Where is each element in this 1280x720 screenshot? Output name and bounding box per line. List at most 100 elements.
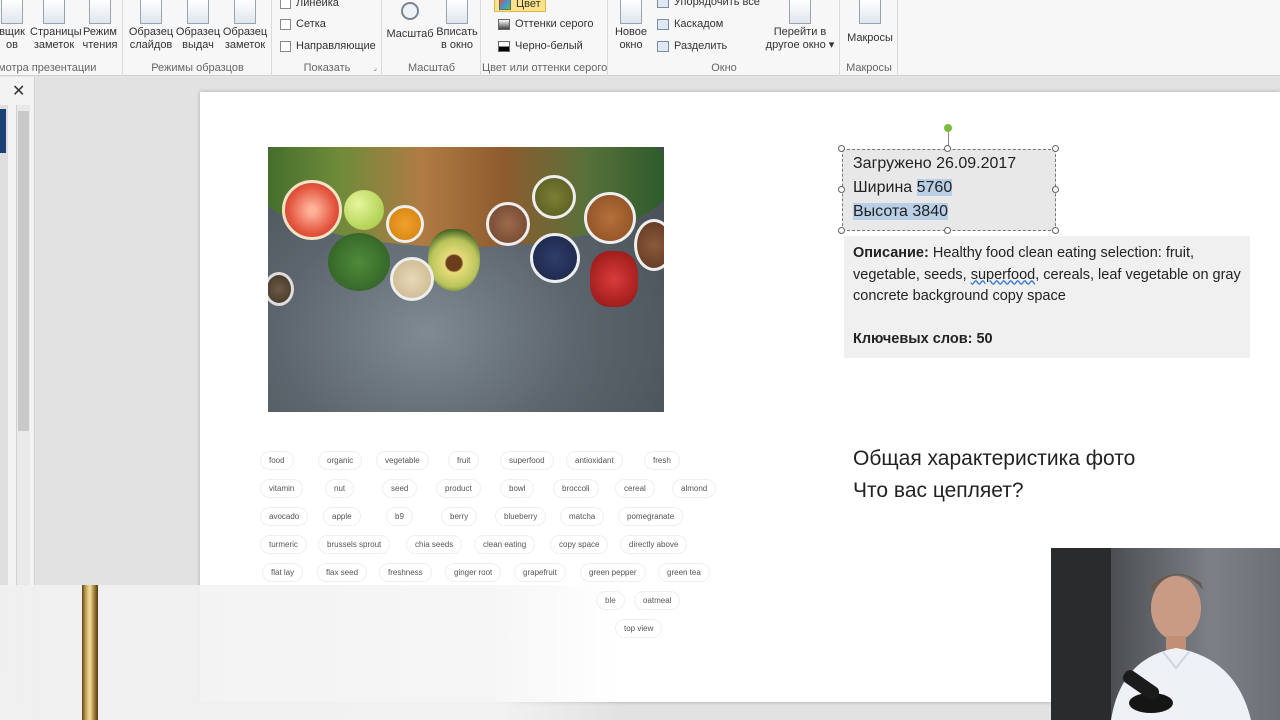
resize-handle[interactable]: [944, 227, 951, 234]
keyword-tag[interactable]: freshness: [379, 563, 432, 582]
slide-thumbnails-strip[interactable]: [0, 105, 8, 665]
resize-handle[interactable]: [1052, 186, 1059, 193]
keyword-tag[interactable]: nut: [325, 479, 355, 498]
keyword-tag[interactable]: top view: [615, 619, 663, 638]
turmeric-bowl: [386, 205, 424, 243]
grayscale-icon: [498, 18, 510, 30]
keyword-tag[interactable]: chia seeds: [406, 535, 463, 554]
image-height[interactable]: Высота 3840: [853, 203, 948, 221]
image-width[interactable]: Ширина 5760: [853, 179, 953, 197]
grayscale-button[interactable]: Оттенки серого: [498, 18, 593, 30]
guides-checkbox[interactable]: Направляющие: [280, 40, 376, 52]
selected-slide-thumbnail[interactable]: [0, 109, 6, 153]
fit-to-window-button[interactable]: Вписать в окно: [435, 0, 479, 52]
rotation-handle[interactable]: [944, 124, 952, 132]
handout-master-button[interactable]: Образец выдач: [175, 0, 221, 52]
keyword-tag[interactable]: clean eating: [474, 535, 536, 554]
keyword-tag[interactable]: fruit: [448, 451, 480, 470]
notes-page-icon: [43, 0, 65, 24]
ruler-checkbox[interactable]: Линейка: [280, 0, 339, 9]
black-white-icon: [498, 40, 510, 52]
slide-heading-question[interactable]: Что вас цепляет?: [853, 479, 1024, 503]
keyword-tag[interactable]: apple: [323, 507, 361, 526]
keyword-tag[interactable]: superfood: [500, 451, 554, 470]
description-text[interactable]: Описание: Healthy food clean eating sele…: [853, 243, 1243, 308]
ribbon-group-zoom: Масштаб Вписать в окно Масштаб: [383, 0, 481, 76]
keyword-tag[interactable]: berry: [441, 507, 478, 526]
ribbon-group-show: Линейка Сетка Направляющие Показать ⌟: [273, 0, 382, 76]
reading-view-button[interactable]: Режим чтения: [80, 0, 120, 52]
resize-handle[interactable]: [838, 227, 845, 234]
scrollbar-thumb[interactable]: [18, 111, 29, 431]
black-white-button[interactable]: Черно-белый: [498, 40, 583, 52]
keyword-tag[interactable]: copy space: [550, 535, 609, 554]
new-window-icon: [620, 0, 642, 24]
slide-sorter-icon: [1, 0, 23, 24]
presenter-figure: [1051, 548, 1251, 720]
keyword-tag[interactable]: product: [436, 479, 481, 498]
resize-handle[interactable]: [838, 145, 845, 152]
grid-checkbox[interactable]: Сетка: [280, 18, 326, 30]
keyword-tag[interactable]: oatmeal: [634, 591, 681, 610]
keyword-tag[interactable]: seed: [382, 479, 418, 498]
keyword-tag[interactable]: pomegranate: [618, 507, 684, 526]
color-palette-icon: [499, 0, 511, 10]
oatmeal-bowl: [390, 257, 434, 301]
new-window-button[interactable]: Новое окно: [612, 0, 650, 52]
split-button[interactable]: Разделить: [657, 40, 727, 52]
notes-master-button[interactable]: Образец заметок: [222, 0, 268, 52]
arrange-all-icon: [657, 0, 669, 8]
group-label: Окно: [711, 62, 737, 74]
keyword-tag[interactable]: b9: [386, 507, 413, 526]
keyword-tag[interactable]: matcha: [560, 507, 605, 526]
resize-handle[interactable]: [1052, 145, 1059, 152]
color-button[interactable]: Цвет: [494, 0, 546, 12]
keyword-tag[interactable]: fresh: [644, 451, 680, 470]
keyword-tag[interactable]: food: [260, 451, 294, 470]
food-photo[interactable]: [268, 147, 664, 412]
keyword-tag[interactable]: green pepper: [580, 563, 646, 582]
slide-heading-general[interactable]: Общая характеристика фото: [853, 447, 1135, 471]
cascade-button[interactable]: Каскадом: [657, 18, 723, 30]
arrange-all-button[interactable]: Упорядочить все: [657, 0, 760, 8]
upload-date[interactable]: Загружено 26.09.2017: [853, 155, 1016, 173]
sorter-button[interactable]: вщик ов: [0, 0, 30, 52]
lentils-bowl: [532, 175, 576, 219]
resize-handle[interactable]: [944, 145, 951, 152]
avocado: [428, 229, 480, 291]
keyword-tag[interactable]: broccoli: [553, 479, 599, 498]
resize-handle[interactable]: [1052, 227, 1059, 234]
width-label: Ширина: [853, 179, 917, 196]
keyword-tag[interactable]: grapefruit: [514, 563, 566, 582]
keyword-tag[interactable]: turmeric: [260, 535, 307, 554]
description-label: Описание:: [853, 245, 929, 261]
keyword-tag[interactable]: antioxidant: [566, 451, 623, 470]
keyword-tag[interactable]: bowl: [500, 479, 535, 498]
keyword-tag[interactable]: avocado: [260, 507, 309, 526]
keyword-tag[interactable]: cereal: [615, 479, 655, 498]
keyword-tag[interactable]: flax seed: [317, 563, 368, 582]
notes-master-icon: [234, 0, 256, 24]
keyword-tag[interactable]: almond: [672, 479, 717, 498]
group-label: Цвет или оттенки серого: [482, 62, 608, 74]
magnifier-icon: [401, 2, 419, 20]
close-pane-icon[interactable]: ✕: [12, 81, 25, 101]
zoom-button[interactable]: Масштаб: [386, 0, 434, 41]
keyword-tag[interactable]: flat lay: [262, 563, 304, 582]
resize-handle[interactable]: [838, 186, 845, 193]
dialog-launcher-icon[interactable]: ⌟: [373, 63, 377, 72]
keyword-tag[interactable]: blueberry: [495, 507, 547, 526]
ribbon-group-color: Цвет Оттенки серого Черно-белый Цвет или…: [482, 0, 608, 76]
macros-button[interactable]: Макросы: [844, 0, 896, 45]
keyword-tag[interactable]: vitamin: [260, 479, 304, 498]
switch-windows-button[interactable]: Перейти в другое окно ▾: [763, 0, 837, 52]
notes-page-button[interactable]: Страницы заметок: [30, 0, 82, 52]
keyword-tag[interactable]: organic: [318, 451, 363, 470]
keyword-tag[interactable]: ginger root: [445, 563, 502, 582]
keyword-tag[interactable]: vegetable: [376, 451, 429, 470]
slide-master-button[interactable]: Образец слайдов: [128, 0, 174, 52]
keyword-tag[interactable]: brussels sprout: [318, 535, 391, 554]
keyword-tag[interactable]: green tea: [658, 563, 710, 582]
keyword-tag[interactable]: directly above: [620, 535, 688, 554]
keywords-count[interactable]: Ключевых слов: 50: [853, 331, 993, 347]
